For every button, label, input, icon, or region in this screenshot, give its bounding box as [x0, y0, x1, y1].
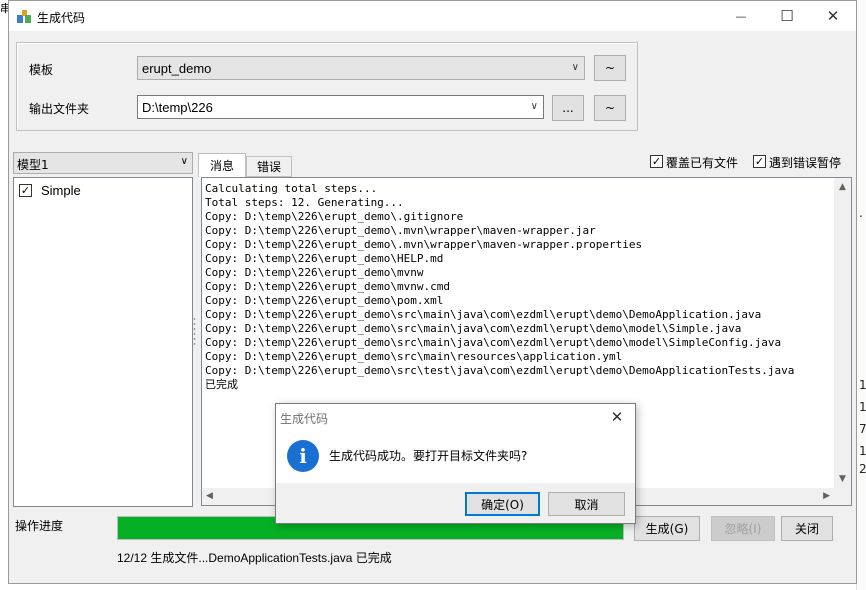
overwrite-label: 覆盖已有文件 [666, 156, 739, 170]
log-text: Calculating total steps... Total steps: 1… [205, 182, 794, 392]
output-folder-label: 输出文件夹 [29, 102, 90, 116]
tilde-label: ~ [604, 101, 616, 115]
template-value: erupt_demo [142, 61, 212, 76]
background-text: 7 [859, 422, 866, 436]
model-select-value: 模型1 [17, 158, 49, 172]
minimize-button[interactable]: — [718, 1, 764, 31]
vertical-scrollbar[interactable]: ▲ ▼ [834, 178, 851, 488]
dialog-close-button[interactable]: ✕ [605, 406, 629, 428]
ignore-button[interactable]: 忽略(I) [711, 516, 775, 541]
dialog-message: 生成代码成功。要打开目标文件夹吗? [329, 449, 528, 463]
tab-label: 错误 [256, 160, 281, 174]
list-item[interactable]: ✓ Simple [19, 182, 169, 200]
output-folder-value: D:\temp\226 [142, 100, 213, 115]
scroll-down-icon[interactable]: ▼ [839, 474, 846, 484]
dialog-title: 生成代码 [280, 412, 329, 426]
splitter-grip-icon[interactable] [193, 316, 196, 346]
info-glyph: i [299, 444, 307, 468]
tilde-label: ~ [604, 61, 616, 75]
log-line: Calculating total steps... [205, 182, 378, 195]
config-panel: 模板 erupt_demo ∨ ~ 输出文件夹 D:\temp\226 ∨ ..… [16, 42, 638, 131]
confirm-dialog: 生成代码 ✕ i 生成代码成功。要打开目标文件夹吗? 确定(O) 取消 [275, 403, 636, 524]
log-line: Copy: D:\temp\226\erupt_demo\src\main\ja… [205, 336, 782, 349]
chevron-down-icon: ∨ [571, 62, 579, 73]
browse-button[interactable]: ... [552, 95, 584, 121]
cancel-label: 取消 [574, 497, 599, 512]
close-icon: ✕ [610, 408, 624, 426]
close-icon: ✕ [826, 7, 840, 25]
log-line: Copy: D:\temp\226\erupt_demo\src\main\ja… [205, 322, 742, 335]
template-options-button[interactable]: ~ [594, 55, 626, 81]
minimize-icon: — [735, 9, 747, 23]
title-bar[interactable]: 生成代码 — ☐ ✕ [9, 1, 856, 31]
scroll-up-icon[interactable]: ▲ [839, 182, 846, 192]
log-line: Total steps: 12. Generating... [205, 196, 404, 209]
background-window-edge: . 1 1 7 1 2 [856, 0, 866, 590]
close-button[interactable]: ✕ [810, 1, 856, 31]
log-line: Copy: D:\temp\226\erupt_demo\.gitignore [205, 210, 464, 223]
progress-label: 操作进度 [15, 519, 64, 533]
close-dialog-button[interactable]: 关闭 [781, 516, 833, 541]
log-line: Copy: D:\temp\226\erupt_demo\src\main\ja… [205, 308, 762, 321]
list-item-label: Simple [41, 183, 81, 198]
log-line: Copy: D:\temp\226\erupt_demo\src\main\re… [205, 350, 623, 363]
scroll-left-icon[interactable]: ◀ [206, 491, 213, 501]
tab-messages[interactable]: 消息 [198, 153, 246, 177]
log-line: Copy: D:\temp\226\erupt_demo\.mvn\wrappe… [205, 224, 596, 237]
ok-label: 确定(O) [481, 497, 524, 512]
dialog-footer: 确定(O) 取消 [276, 483, 635, 523]
tab-errors[interactable]: 错误 [246, 156, 292, 177]
maximize-icon: ☐ [780, 7, 794, 25]
maximize-button[interactable]: ☐ [764, 1, 810, 31]
background-text: 1 [859, 378, 866, 392]
model-list: ✓ Simple [13, 177, 193, 507]
log-line: Copy: D:\temp\226\erupt_demo\.mvn\wrappe… [205, 238, 643, 251]
log-line: Copy: D:\temp\226\erupt_demo\mvnw [205, 266, 424, 279]
model-select[interactable]: 模型1 ∨ [13, 152, 193, 174]
chevron-down-icon: ∨ [180, 156, 188, 167]
output-options-button[interactable]: ~ [594, 95, 626, 121]
background-text: . [859, 206, 863, 220]
generate-button[interactable]: 生成(G) [634, 516, 700, 541]
template-label: 模板 [29, 63, 54, 77]
ignore-label: 忽略(I) [724, 522, 762, 536]
log-line: Copy: D:\temp\226\erupt_demo\pom.xml [205, 294, 444, 307]
generate-label: 生成(G) [645, 522, 689, 536]
log-line: Copy: D:\temp\226\erupt_demo\HELP.md [205, 252, 444, 265]
close-label: 关闭 [794, 522, 819, 536]
scroll-right-icon[interactable]: ▶ [823, 491, 830, 501]
ok-button[interactable]: 确定(O) [465, 492, 540, 516]
app-icon [17, 10, 31, 23]
checkbox-checked-icon: ✓ [650, 155, 663, 168]
background-text: 2 [859, 462, 866, 476]
background-text: 1 [859, 444, 866, 458]
log-line: 已完成 [205, 378, 238, 391]
status-text: 12/12 生成文件...DemoApplicationTests.java 已… [117, 551, 392, 565]
scroll-corner [834, 488, 851, 505]
browse-label: ... [562, 101, 574, 115]
pause-on-error-label: 遇到错误暂停 [769, 156, 842, 170]
background-text: 1 [859, 400, 866, 414]
checkbox-checked-icon[interactable]: ✓ [19, 184, 32, 197]
log-line: Copy: D:\temp\226\erupt_demo\src\test\ja… [205, 364, 795, 377]
checkbox-checked-icon: ✓ [753, 155, 766, 168]
pause-on-error-checkbox[interactable]: ✓ 遇到错误暂停 [753, 154, 851, 170]
overwrite-checkbox[interactable]: ✓ 覆盖已有文件 [650, 154, 746, 170]
window-title: 生成代码 [37, 11, 86, 25]
cancel-button[interactable]: 取消 [548, 492, 625, 516]
info-icon: i [287, 440, 319, 472]
output-folder-input[interactable]: D:\temp\226 ∨ [137, 95, 544, 119]
log-line: Copy: D:\temp\226\erupt_demo\mvnw.cmd [205, 280, 451, 293]
tab-label: 消息 [209, 159, 234, 173]
chevron-down-icon: ∨ [530, 101, 538, 112]
template-select[interactable]: erupt_demo ∨ [137, 56, 585, 80]
